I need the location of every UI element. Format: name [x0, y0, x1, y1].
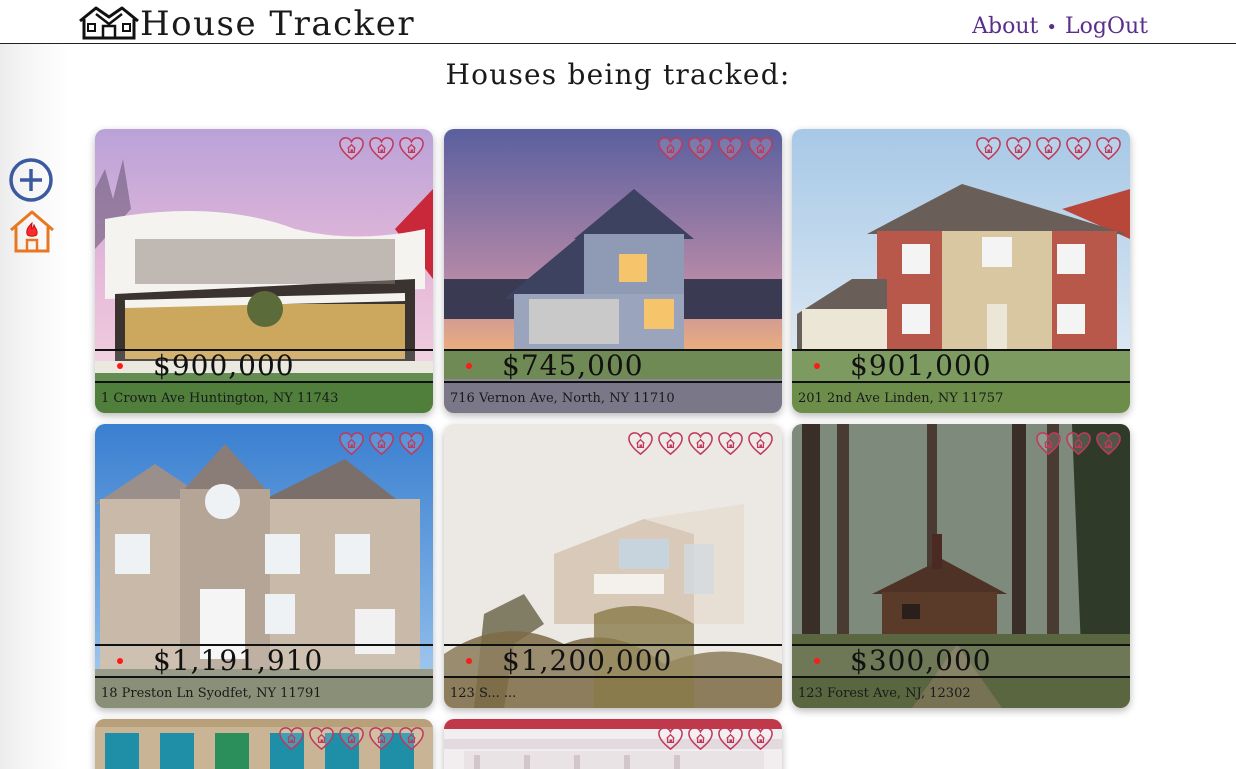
heart-house-icon[interactable]	[747, 725, 774, 752]
heart-house-icon[interactable]	[1095, 430, 1122, 457]
heart-house-icon[interactable]	[975, 135, 1002, 162]
heart-house-icon[interactable]	[687, 430, 714, 457]
house-address: 201 2nd Ave Linden, NY 11757	[798, 391, 1004, 406]
house-card[interactable]: $1,191,910 18 Preston Ln Syodfet, NY 117…	[95, 424, 433, 708]
house-logo-icon	[79, 6, 139, 40]
house-address: 18 Preston Ln Syodfet, NY 11791	[101, 686, 322, 701]
status-dot	[117, 658, 123, 664]
heart-house-icon[interactable]	[278, 725, 305, 752]
price-band: $1,200,000	[444, 644, 782, 678]
header: House Tracker About • LogOut	[0, 0, 1236, 44]
house-address: 123 S... ...	[450, 686, 517, 701]
rating-hearts	[657, 135, 774, 162]
house-fire-button[interactable]	[8, 208, 56, 254]
house-card[interactable]	[444, 719, 782, 769]
house-address: 716 Vernon Ave, North, NY 11710	[450, 391, 675, 406]
heart-house-icon[interactable]	[1065, 135, 1092, 162]
rating-hearts	[975, 135, 1122, 162]
about-link[interactable]: About	[972, 14, 1038, 39]
nav-separator: •	[1046, 17, 1058, 38]
status-dot	[814, 363, 820, 369]
heart-house-icon[interactable]	[747, 135, 774, 162]
price-band: $745,000	[444, 349, 782, 383]
house-address: 123 Forest Ave, NJ, 12302	[798, 686, 971, 701]
heart-house-icon[interactable]	[747, 430, 774, 457]
rating-hearts	[338, 135, 425, 162]
house-price: $1,191,910	[153, 644, 324, 677]
heart-house-icon[interactable]	[308, 725, 335, 752]
heart-house-icon[interactable]	[368, 135, 395, 162]
price-band: $901,000	[792, 349, 1130, 383]
top-nav: About • LogOut	[972, 14, 1148, 39]
heart-house-icon[interactable]	[1095, 135, 1122, 162]
houses-grid: $900,000 1 Crown Ave Huntington, NY 1174…	[95, 129, 1135, 769]
rating-hearts	[338, 430, 425, 457]
heart-house-icon[interactable]	[1035, 430, 1062, 457]
heart-house-icon[interactable]	[398, 135, 425, 162]
heart-house-icon[interactable]	[627, 430, 654, 457]
rating-hearts	[278, 725, 425, 752]
heart-house-icon[interactable]	[657, 725, 684, 752]
heart-house-icon[interactable]	[687, 135, 714, 162]
rating-hearts	[1035, 430, 1122, 457]
status-dot	[466, 363, 472, 369]
price-band: $1,191,910	[95, 644, 433, 678]
heart-house-icon[interactable]	[368, 725, 395, 752]
heart-house-icon[interactable]	[1005, 135, 1032, 162]
rating-hearts	[657, 725, 774, 752]
heart-house-icon[interactable]	[717, 430, 744, 457]
heart-house-icon[interactable]	[1035, 135, 1062, 162]
heart-house-icon[interactable]	[657, 430, 684, 457]
heart-house-icon[interactable]	[338, 725, 365, 752]
house-address: 1 Crown Ave Huntington, NY 11743	[101, 391, 339, 406]
house-card[interactable]: $745,000 716 Vernon Ave, North, NY 11710	[444, 129, 782, 413]
heart-house-icon[interactable]	[1065, 430, 1092, 457]
house-price: $300,000	[850, 644, 992, 677]
house-card[interactable]: $300,000 123 Forest Ave, NJ, 12302	[792, 424, 1130, 708]
heart-house-icon[interactable]	[398, 430, 425, 457]
price-band: $900,000	[95, 349, 433, 383]
house-card[interactable]: $900,000 1 Crown Ave Huntington, NY 1174…	[95, 129, 433, 413]
house-card[interactable]	[95, 719, 433, 769]
heart-house-icon[interactable]	[657, 135, 684, 162]
status-dot	[117, 363, 123, 369]
price-band: $300,000	[792, 644, 1130, 678]
house-price: $745,000	[502, 349, 644, 382]
heart-house-icon[interactable]	[368, 430, 395, 457]
left-shade	[0, 44, 70, 769]
logout-link[interactable]: LogOut	[1065, 14, 1148, 39]
house-price: $1,200,000	[502, 644, 673, 677]
status-dot	[814, 658, 820, 664]
page-title: Houses being tracked:	[445, 58, 791, 91]
heart-house-icon[interactable]	[687, 725, 714, 752]
heart-house-icon[interactable]	[717, 135, 744, 162]
heart-house-icon[interactable]	[338, 430, 365, 457]
heart-house-icon[interactable]	[717, 725, 744, 752]
house-card[interactable]: $1,200,000 123 S... ...	[444, 424, 782, 708]
add-house-button[interactable]	[8, 158, 54, 204]
rating-hearts	[627, 430, 774, 457]
app-title: House Tracker	[140, 4, 416, 44]
status-dot	[466, 658, 472, 664]
house-price: $901,000	[850, 349, 992, 382]
heart-house-icon[interactable]	[338, 135, 365, 162]
house-price: $900,000	[153, 349, 295, 382]
heart-house-icon[interactable]	[398, 725, 425, 752]
house-card[interactable]: $901,000 201 2nd Ave Linden, NY 11757	[792, 129, 1130, 413]
